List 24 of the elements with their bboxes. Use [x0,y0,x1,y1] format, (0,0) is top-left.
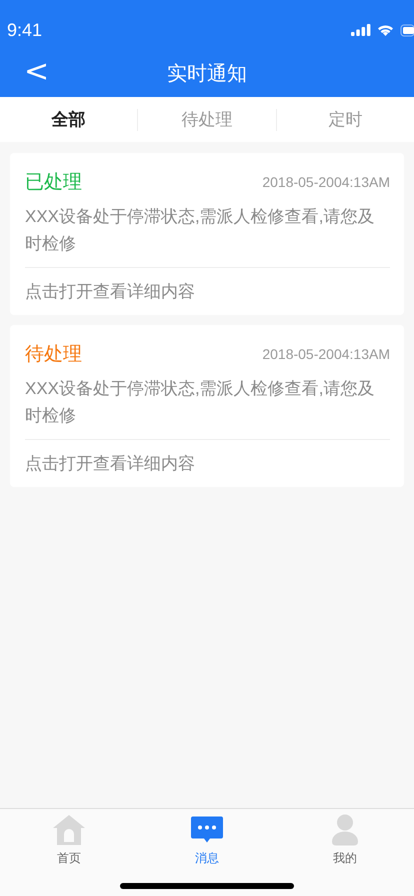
person-icon [332,814,358,846]
notification-time: 2018-05-2004:13AM [262,174,390,190]
page-title: 实时通知 [167,62,247,87]
battery-icon [400,24,414,36]
notification-card[interactable]: 已处理 2018-05-2004:13AM XXX设备处于停滞状态,需派人检修查看,请您及时检修 点击打开查看详细内容 [10,153,404,315]
filter-tab[interactable]: 全部 [0,97,138,142]
wifi-icon [377,24,394,36]
filter-tab[interactable]: 定时 [276,97,414,142]
status-label: 待处理 [25,343,82,367]
notification-time: 2018-05-2004:13AM [262,346,390,362]
notification-card[interactable]: 待处理 2018-05-2004:13AM XXX设备处于停滞状态,需派人检修查看,请您及时检修 点击打开查看详细内容 [10,325,404,487]
filter-tab[interactable]: 待处理 [138,97,276,142]
tab-bar-item[interactable]: 首页 [0,809,138,867]
status-label: 已处理 [25,171,82,195]
notification-message: XXX设备处于停滞状态,需派人检修查看,请您及时检修 [25,378,376,427]
tab-bar-item[interactable]: 消息 [138,809,276,867]
status-time: 9:41 [7,20,42,40]
details-link[interactable]: 点击打开查看详细内容 [25,268,195,307]
home-icon [52,814,86,846]
notification-message: XXX设备处于停滞状态,需派人检修查看,请您及时检修 [25,206,376,255]
back-button[interactable]: < [18,54,56,90]
signal-icon [351,24,371,36]
tab-bar-item[interactable]: 我的 [276,809,414,867]
details-link[interactable]: 点击打开查看详细内容 [25,440,195,479]
